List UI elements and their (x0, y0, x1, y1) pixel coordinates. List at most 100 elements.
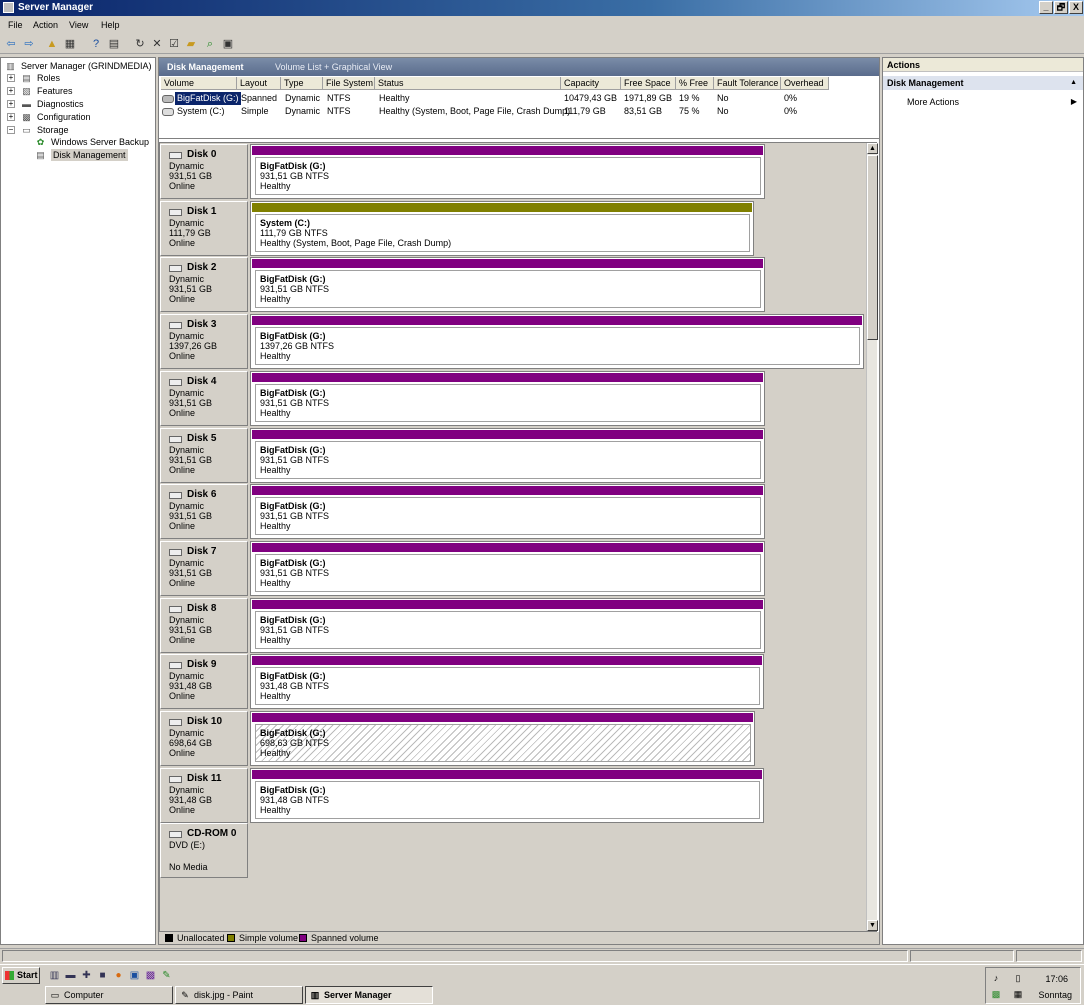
disk-label[interactable]: Disk 8 Dynamic 931,51 GB Online (160, 598, 248, 653)
disk-row[interactable]: Disk 1 Dynamic 111,79 GB Online System (C:) 1… (160, 201, 866, 257)
volume-block[interactable]: BigFatDisk (G:) 931,51 GB NTFS Healthy (250, 144, 765, 199)
volume-block[interactable]: BigFatDisk (G:) 931,48 GB NTFS Healthy (250, 654, 764, 709)
computer-icon: ▭ (50, 990, 60, 1000)
volume-block[interactable]: BigFatDisk (G:) 931,51 GB NTFS Healthy (250, 428, 765, 483)
mobile-tray-icon[interactable]: ▯ (1012, 972, 1024, 984)
scroll-down-icon[interactable]: ▼ (867, 920, 878, 931)
network-icon[interactable]: ✚ (80, 969, 93, 982)
disk-row[interactable]: Disk 6 Dynamic 931,51 GB Online BigFatDisk (… (160, 484, 866, 540)
disk-row[interactable]: Disk 8 Dynamic 931,51 GB Online BigFatDisk (… (160, 598, 866, 654)
taskbar-button-server-manager[interactable]: ▥ Server Manager (305, 986, 433, 1004)
volume-block[interactable]: BigFatDisk (G:) 931,51 GB NTFS Healthy (250, 598, 765, 653)
disk-state: Online (169, 521, 196, 531)
delete-icon[interactable]: ✕ (149, 37, 165, 52)
system-tray: ♪ ▯ ▩ ▦ 17:06 Sonntag (985, 967, 1081, 1004)
disk-type: Dynamic (169, 388, 205, 398)
volume-block[interactable]: BigFatDisk (G:) 698,63 GB NTFS Healthy (250, 711, 755, 766)
volume-tray-icon[interactable]: ♪ (990, 972, 1002, 984)
expand-icon[interactable]: + (7, 100, 15, 108)
back-icon[interactable]: ⇦ (3, 37, 19, 52)
volume-block[interactable]: BigFatDisk (G:) 931,51 GB NTFS Healthy (250, 371, 765, 426)
server-manager-quicklaunch-icon[interactable]: ▥ (48, 969, 61, 982)
firefox-icon[interactable]: ● (112, 969, 125, 982)
column-header-free-space[interactable]: Free Space (621, 77, 676, 90)
maximize-button[interactable]: 🗗 (1054, 1, 1068, 14)
column-header-type[interactable]: Type (281, 77, 323, 90)
disk-label[interactable]: Disk 0 Dynamic 931,51 GB Online (160, 144, 248, 199)
vc-tray-icon[interactable]: ▩ (990, 988, 1002, 1000)
vertical-scrollbar[interactable]: ▲ ▼ (866, 143, 878, 931)
search-icon[interactable]: ⌕ (202, 37, 218, 52)
disk-label[interactable]: Disk 9 Dynamic 931,48 GB Online (160, 654, 248, 709)
expand-icon[interactable]: + (7, 87, 15, 95)
disk-row[interactable]: Disk 7 Dynamic 931,51 GB Online BigFatDisk (… (160, 541, 866, 597)
disk-label[interactable]: Disk 4 Dynamic 931,51 GB Online (160, 371, 248, 426)
taskbar-button-paint[interactable]: ✎ disk.jpg - Paint (175, 986, 303, 1004)
show-hide-tree-icon[interactable]: ▦ (62, 37, 78, 52)
column-header-capacity[interactable]: Capacity (561, 77, 621, 90)
collapse-up-icon[interactable]: ▲ (1070, 76, 1077, 90)
actions-section-disk-management[interactable]: Disk Management ▲ (883, 76, 1083, 90)
refresh-icon[interactable]: ↻ (132, 37, 148, 52)
cdrom-row[interactable]: CD-ROM 0 DVD (E:) No Media (160, 823, 866, 879)
column-header-percent-free[interactable]: % Free (676, 77, 714, 90)
show-action-pane-icon[interactable]: ▤ (106, 37, 122, 52)
disk-row[interactable]: Disk 5 Dynamic 931,51 GB Online BigFatDisk (… (160, 428, 866, 484)
volume-block[interactable]: BigFatDisk (G:) 931,51 GB NTFS Healthy (250, 541, 765, 596)
volume-block[interactable]: BigFatDisk (G:) 931,48 GB NTFS Healthy (250, 768, 764, 823)
column-header-layout[interactable]: Layout (237, 77, 281, 90)
menu-help[interactable]: Help (101, 20, 120, 30)
volume-block[interactable]: BigFatDisk (G:) 1397,26 GB NTFS Healthy (250, 314, 864, 369)
network-tray-icon[interactable]: ▦ (1012, 988, 1024, 1000)
tool-icon[interactable]: ✎ (160, 969, 173, 982)
help-icon[interactable]: ? (88, 37, 104, 52)
column-header-fault-tolerance[interactable]: Fault Tolerance (714, 77, 781, 90)
disk-label[interactable]: Disk 2 Dynamic 931,51 GB Online (160, 257, 248, 312)
column-header-volume[interactable]: Volume (161, 77, 237, 90)
properties-icon[interactable]: ☑ (166, 37, 182, 52)
close-button[interactable]: X (1069, 1, 1083, 14)
show-desktop-icon[interactable]: ▬ (64, 969, 77, 982)
disk-row[interactable]: Disk 0 Dynamic 931,51 GB Online BigFatDisk (… (160, 144, 866, 200)
disk-label[interactable]: Disk 7 Dynamic 931,51 GB Online (160, 541, 248, 596)
volume-block[interactable]: System (C:) 111,79 GB NTFS Healthy (System… (250, 201, 754, 256)
expand-icon[interactable]: + (7, 113, 15, 121)
vs-icon[interactable]: ▩ (144, 969, 157, 982)
menu-file[interactable]: File (8, 20, 23, 30)
disk-row[interactable]: Disk 10 Dynamic 698,64 GB Online BigFatDisk … (160, 711, 866, 767)
column-header-file-system[interactable]: File System (323, 77, 375, 90)
menu-view[interactable]: View (69, 20, 88, 30)
minimize-button[interactable]: _ (1039, 1, 1053, 14)
expand-icon[interactable]: + (7, 74, 15, 82)
scroll-thumb[interactable] (867, 155, 878, 340)
forward-icon[interactable]: ⇨ (21, 37, 37, 52)
menu-action[interactable]: Action (33, 20, 58, 30)
disk-label[interactable]: Disk 11 Dynamic 931,48 GB Online (160, 768, 248, 823)
column-header-overhead[interactable]: Overhead (781, 77, 829, 90)
command-prompt-icon[interactable]: ■ (96, 969, 109, 982)
disk-row[interactable]: Disk 2 Dynamic 931,51 GB Online BigFatDisk (… (160, 257, 866, 313)
disk-label[interactable]: Disk 1 Dynamic 111,79 GB Online (160, 201, 248, 256)
scroll-up-icon[interactable]: ▲ (867, 143, 878, 154)
save-icon[interactable]: ▣ (128, 969, 141, 982)
volume-block[interactable]: BigFatDisk (G:) 931,51 GB NTFS Healthy (250, 484, 765, 539)
collapse-icon[interactable]: − (7, 126, 15, 134)
column-header-status[interactable]: Status (375, 77, 561, 90)
disk-label[interactable]: Disk 3 Dynamic 1397,26 GB Online (160, 314, 248, 369)
disk-row[interactable]: Disk 11 Dynamic 931,48 GB Online BigFatDisk … (160, 768, 866, 824)
disk-label[interactable]: Disk 5 Dynamic 931,51 GB Online (160, 428, 248, 483)
disk-row[interactable]: Disk 3 Dynamic 1397,26 GB Online BigFatDisk … (160, 314, 866, 370)
title-bar[interactable]: Server Manager _ 🗗 X (0, 0, 1084, 16)
disk-row[interactable]: Disk 9 Dynamic 931,48 GB Online BigFatDisk (… (160, 654, 866, 710)
more-actions-item[interactable]: More Actions (907, 96, 959, 108)
start-button[interactable]: Start (2, 967, 40, 984)
volume-block[interactable]: BigFatDisk (G:) 931,51 GB NTFS Healthy (250, 257, 765, 312)
disk-icon[interactable]: ▣ (220, 37, 236, 52)
open-folder-icon[interactable]: ▰ (183, 37, 199, 52)
disk-label[interactable]: Disk 6 Dynamic 931,51 GB Online (160, 484, 248, 539)
disk-row[interactable]: Disk 4 Dynamic 931,51 GB Online BigFatDisk (… (160, 371, 866, 427)
up-folder-icon[interactable]: ▲ (44, 37, 60, 52)
volume-body: BigFatDisk (G:) 931,51 GB NTFS Healthy (255, 554, 761, 592)
disk-label[interactable]: Disk 10 Dynamic 698,64 GB Online (160, 711, 248, 766)
taskbar-button-computer[interactable]: ▭ Computer (45, 986, 173, 1004)
